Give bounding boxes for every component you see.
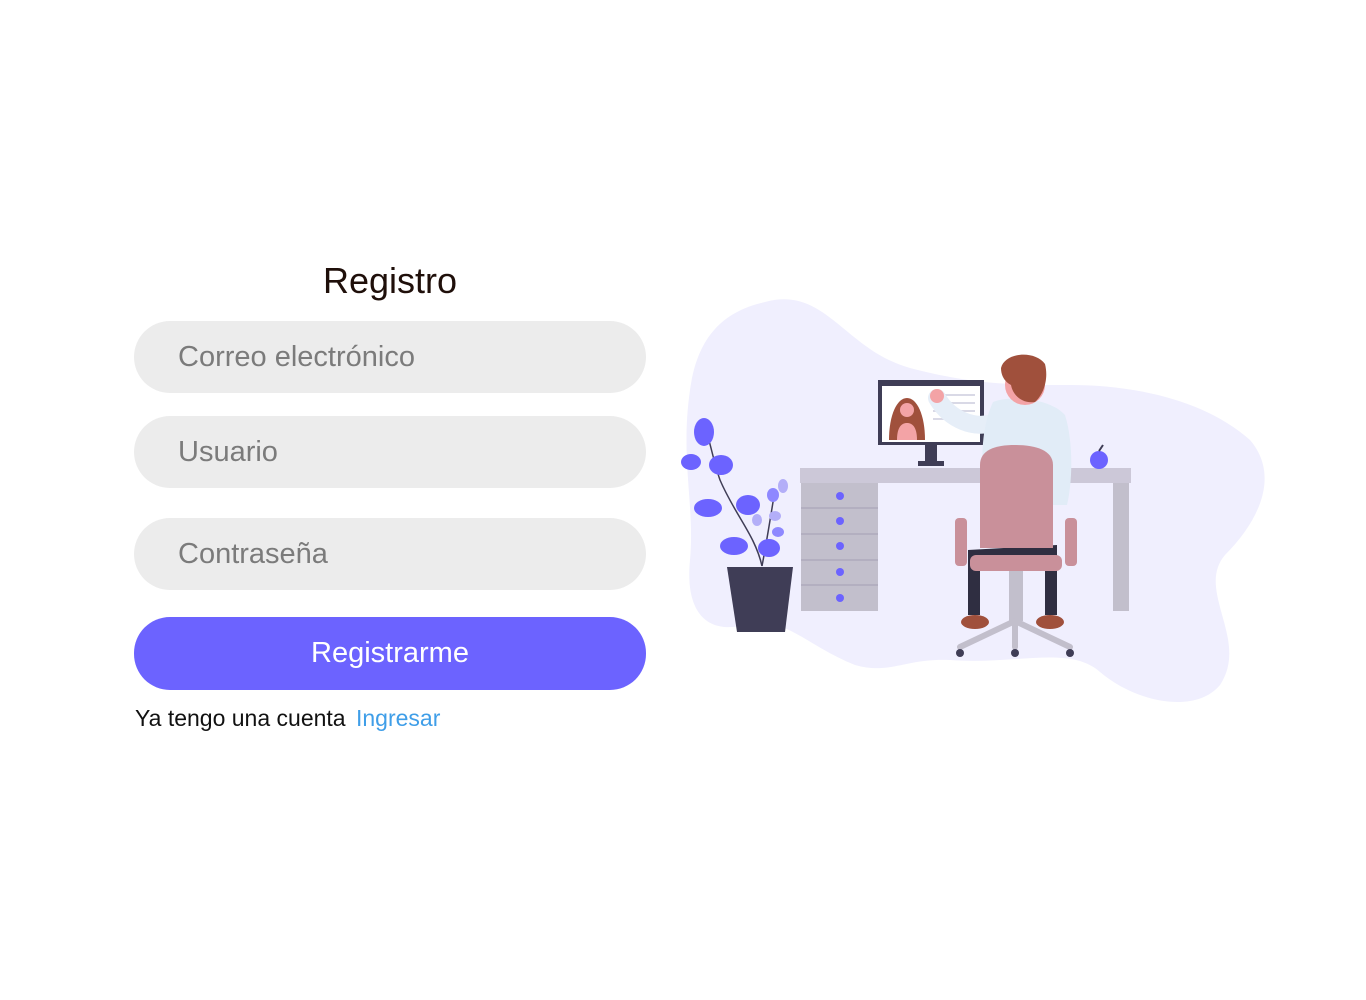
register-form: Registro Registrarme Ya tengo una cuenta…: [134, 255, 646, 731]
login-prompt: Ya tengo una cuenta Ingresar: [135, 705, 440, 732]
chair-seat: [970, 555, 1062, 571]
monitor-stand: [925, 445, 937, 461]
register-button[interactable]: Registrarme: [134, 617, 646, 690]
chair-back: [980, 445, 1053, 548]
desk-top: [800, 468, 1131, 483]
desk-leg: [1113, 483, 1129, 611]
person-working-at-desk-illustration: [681, 299, 1265, 703]
page-title: Registro: [322, 260, 458, 301]
login-link[interactable]: Ingresar: [356, 705, 440, 731]
login-prompt-text: Ya tengo una cuenta: [135, 705, 346, 731]
chair-post: [1009, 571, 1023, 621]
register-page: Registro Registrarme Ya tengo una cuenta…: [0, 0, 1366, 1000]
plant-pot: [727, 567, 793, 632]
apple: [1090, 451, 1108, 469]
password-field[interactable]: [134, 518, 646, 590]
username-field[interactable]: [134, 416, 646, 488]
email-field[interactable]: [134, 321, 646, 393]
